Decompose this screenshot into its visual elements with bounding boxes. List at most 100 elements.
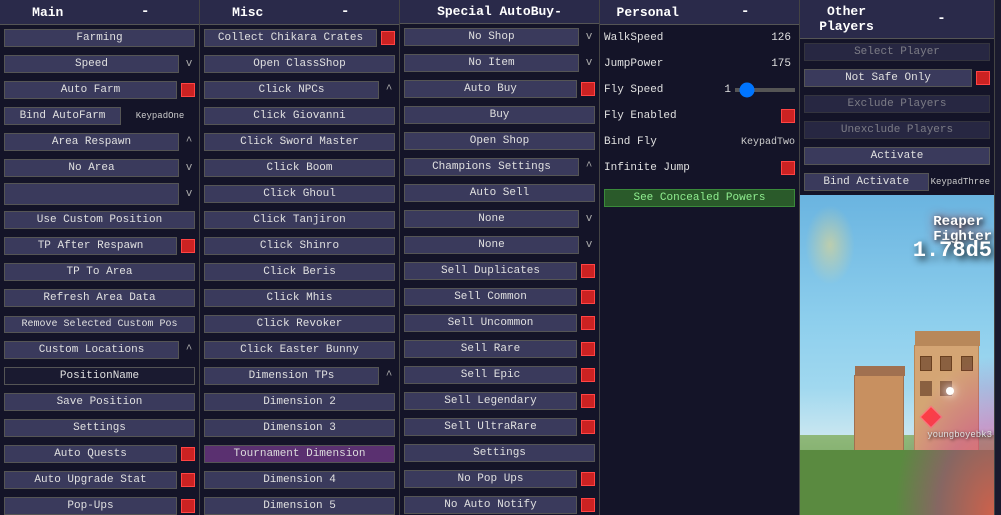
dimension4-button[interactable]: Dimension 4 [204,471,395,489]
jumppower-value: 175 [761,58,791,70]
other-panel-collapse[interactable]: - [891,11,992,27]
open-shop-button[interactable]: Open Shop [404,132,595,150]
select-player-button[interactable]: Select Player [804,43,990,61]
auto-quests-button[interactable]: Auto Quests [4,445,177,463]
auto-upgrade-toggle[interactable] [181,473,195,487]
autofarm-button[interactable]: Auto Farm [4,81,177,99]
bind-activate-button[interactable]: Bind Activate [804,173,929,191]
click-sword-master-button[interactable]: Click Sword Master [204,133,395,151]
sell-ultrarare-toggle[interactable] [581,420,595,434]
speed-button[interactable]: Speed [4,55,179,73]
personal-panel-collapse[interactable]: - [694,4,798,20]
no-pop-ups-button[interactable]: No Pop Ups [404,470,577,488]
click-shinro-row: Click Shinro [200,233,399,259]
click-easter-bunny-button[interactable]: Click Easter Bunny [204,341,395,359]
sell-legendary-button[interactable]: Sell Legendary [404,392,577,410]
other-panel-title: Other Players [802,4,891,34]
auto-buy-toggle[interactable] [581,82,595,96]
refresh-area-button[interactable]: Refresh Area Data [4,289,195,307]
collect-chikara-button[interactable]: Collect Chikara Crates [204,29,377,47]
dimension2-button[interactable]: Dimension 2 [204,393,395,411]
none1-button[interactable]: None [404,210,579,228]
sell-epic-toggle[interactable] [581,368,595,382]
auto-sell-button[interactable]: Auto Sell [404,184,595,202]
sell-rare-button[interactable]: Sell Rare [404,340,577,358]
tp-after-respawn-toggle[interactable] [181,239,195,253]
collect-chikara-toggle[interactable] [381,31,395,45]
sell-common-toggle[interactable] [581,290,595,304]
area-respawn-button[interactable]: Area Respawn [4,133,179,151]
not-safe-only-button[interactable]: Not Safe Only [804,69,972,87]
auto-quests-toggle[interactable] [181,447,195,461]
click-beris-row: Click Beris [200,259,399,285]
sell-epic-button[interactable]: Sell Epic [404,366,577,384]
flyspeed-slider[interactable] [735,88,795,92]
popups-button[interactable]: Pop-Ups [4,497,177,515]
autofarm-toggle[interactable] [181,83,195,97]
tournament-dimension-button[interactable]: Tournament Dimension [204,445,395,463]
sell-duplicates-toggle[interactable] [581,264,595,278]
dimension-tps-button[interactable]: Dimension TPs [204,367,379,385]
none2-button[interactable]: None [404,236,579,254]
position-name-row [0,363,199,389]
sell-ultrarare-button[interactable]: Sell UltraRare [404,418,577,436]
champions-settings-button[interactable]: Champions Settings [404,158,579,176]
no-area-row: No Area v [0,155,199,181]
bind-autofarm-button[interactable]: Bind AutoFarm [4,107,121,125]
dimension4-row: Dimension 4 [200,467,399,493]
dimension5-button[interactable]: Dimension 5 [204,497,395,515]
save-position-button[interactable]: Save Position [4,393,195,411]
click-tanjiron-button[interactable]: Click Tanjiron [204,211,395,229]
tp-to-area-button[interactable]: TP To Area [4,263,195,281]
position-name-input[interactable] [4,367,195,385]
farming-button[interactable]: Farming [4,29,195,47]
click-beris-button[interactable]: Click Beris [204,263,395,281]
no-auto-notify-button[interactable]: No Auto Notify [404,496,577,514]
main-panel: Main - Farming Speed v Auto Farm Bind Au… [0,0,200,515]
custom-locations-button[interactable]: Custom Locations [4,341,179,359]
settings-button[interactable]: Settings [4,419,195,437]
click-giovanni-button[interactable]: Click Giovanni [204,107,395,125]
auto-upgrade-button[interactable]: Auto Upgrade Stat [4,471,177,489]
none1-v: v [583,213,595,225]
click-revoker-button[interactable]: Click Revoker [204,315,395,333]
click-ghoul-button[interactable]: Click Ghoul [204,185,395,203]
sell-uncommon-button[interactable]: Sell Uncommon [404,314,577,332]
infinitejump-toggle[interactable] [781,161,795,175]
no-item-button[interactable]: No Item [404,54,579,72]
concealed-powers-button[interactable]: See Concealed Powers [604,189,795,207]
no-shop-button[interactable]: No Shop [404,28,579,46]
tp-after-respawn-button[interactable]: TP After Respawn [4,237,177,255]
sell-duplicates-button[interactable]: Sell Duplicates [404,262,577,280]
flyenabled-toggle[interactable] [781,109,795,123]
special-settings-button[interactable]: Settings [404,444,595,462]
buy-button[interactable]: Buy [404,106,595,124]
username-display: youngboyebk3 [927,430,992,440]
click-mhis-button[interactable]: Click Mhis [204,289,395,307]
use-custom-pos-button[interactable]: Use Custom Position [4,211,195,229]
main-panel-collapse[interactable]: - [94,4,198,20]
click-npcs-button[interactable]: Click NPCs [204,81,379,99]
sell-legendary-toggle[interactable] [581,394,595,408]
click-boom-button[interactable]: Click Boom [204,159,395,177]
click-shinro-button[interactable]: Click Shinro [204,237,395,255]
no-area-button[interactable]: No Area [4,159,179,177]
unexclude-players-button[interactable]: Unexclude Players [804,121,990,139]
open-classshop-button[interactable]: Open ClassShop [204,55,395,73]
flyenabled-row: Fly Enabled [600,103,799,129]
no-auto-notify-toggle[interactable] [581,498,595,512]
blank-button[interactable] [4,183,179,205]
sell-uncommon-toggle[interactable] [581,316,595,330]
popups-toggle[interactable] [181,499,195,513]
no-pop-ups-toggle[interactable] [581,472,595,486]
exclude-players-button[interactable]: Exclude Players [804,95,990,113]
misc-panel-collapse[interactable]: - [294,4,398,20]
autofarm-row: Auto Farm [0,77,199,103]
not-safe-toggle[interactable] [976,71,990,85]
remove-custom-pos-button[interactable]: Remove Selected Custom Pos [4,316,195,333]
activate-button[interactable]: Activate [804,147,990,165]
sell-rare-toggle[interactable] [581,342,595,356]
auto-buy-button[interactable]: Auto Buy [404,80,577,98]
dimension3-button[interactable]: Dimension 3 [204,419,395,437]
sell-common-button[interactable]: Sell Common [404,288,577,306]
